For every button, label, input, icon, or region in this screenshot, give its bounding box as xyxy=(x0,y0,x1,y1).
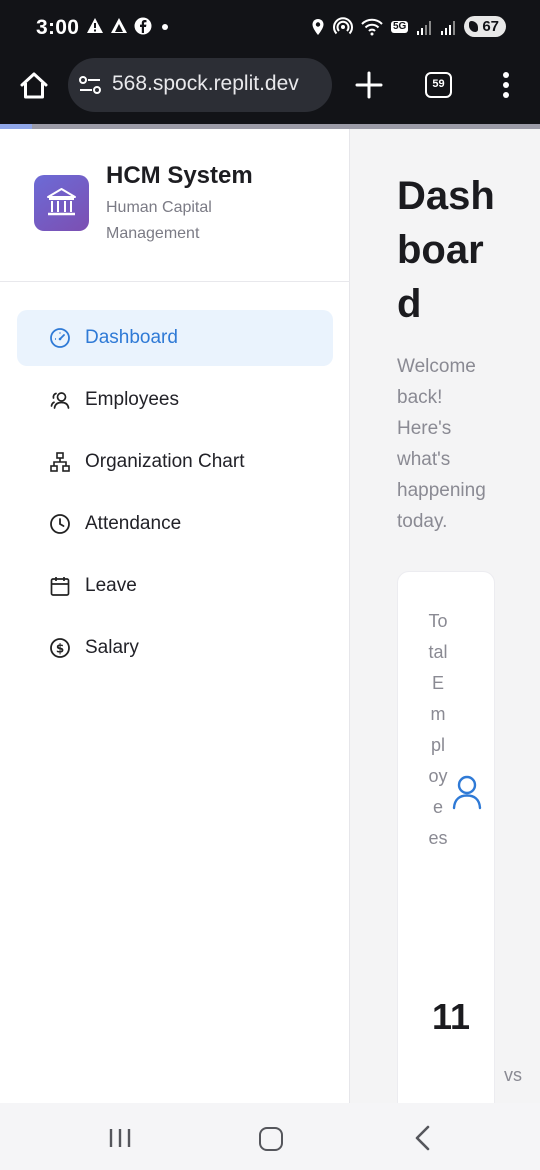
signal-icon xyxy=(441,20,456,35)
stat-card-total-employees: Total Employees 11 xyxy=(397,571,495,1103)
clock-icon xyxy=(50,514,70,534)
dot-icon xyxy=(162,24,168,30)
brand-title: HCM System xyxy=(106,162,253,189)
sidebar-item-label: Attendance xyxy=(85,513,182,534)
tab-switcher-button[interactable]: 59 xyxy=(425,72,452,98)
main-content: Dashboard Welcome back! Here's what's ha… xyxy=(351,129,540,1103)
sidebar-item-label: Salary xyxy=(85,637,139,658)
network-type-badge: 5G xyxy=(390,20,409,33)
sidebar-item-organization-chart[interactable]: Organization Chart xyxy=(17,434,333,490)
stat-label: Total Employees xyxy=(428,611,448,848)
stat-comparison-text: vs xyxy=(504,1065,522,1085)
location-icon xyxy=(312,18,324,35)
system-nav-bar xyxy=(0,1103,540,1170)
browser-toolbar: 568.spock.replit.dev 59 xyxy=(0,58,540,124)
sidebar-item-employees[interactable]: Employees xyxy=(17,372,333,428)
users-icon xyxy=(50,392,70,409)
sidebar-item-dashboard[interactable]: Dashboard xyxy=(17,310,333,366)
sidebar-item-label: Leave xyxy=(85,575,137,596)
notification-icons xyxy=(86,17,172,35)
brand-subtitle: Human Capital Management xyxy=(106,199,212,242)
sidebar-item-label: Employees xyxy=(85,389,179,410)
stat-value: 11 xyxy=(432,996,471,1037)
brand-logo xyxy=(34,175,89,231)
back-icon[interactable] xyxy=(412,1125,434,1151)
warning-icon xyxy=(87,18,103,33)
status-time: 3:00 xyxy=(36,16,80,39)
home-nav-icon[interactable] xyxy=(259,1127,283,1151)
page-title: Dashboard xyxy=(397,174,495,326)
facebook-icon xyxy=(134,17,152,35)
home-icon[interactable] xyxy=(18,70,50,102)
wifi-icon xyxy=(361,18,383,35)
address-bar[interactable]: 568.spock.replit.dev xyxy=(68,58,332,112)
url-text: 568.spock.replit.dev xyxy=(112,72,299,95)
sidebar-item-label: Dashboard xyxy=(85,327,178,348)
sidebar-item-label: Organization Chart xyxy=(85,451,245,472)
sidebar-item-salary[interactable]: $ Salary xyxy=(17,620,333,676)
user-icon xyxy=(452,775,482,810)
hotspot-icon xyxy=(332,16,353,34)
sidebar-item-leave[interactable]: Leave xyxy=(17,558,333,614)
org-chart-icon xyxy=(50,452,70,472)
system-status-icons: 5G 67 xyxy=(311,16,506,37)
sidebar-item-attendance[interactable]: Attendance xyxy=(17,496,333,552)
brand-header: HCM System Human Capital Management xyxy=(0,129,350,282)
bank-icon xyxy=(47,188,76,216)
svg-text:$: $ xyxy=(56,642,64,656)
new-tab-icon[interactable] xyxy=(354,70,384,100)
page-subtitle: Welcome back! Here's what's happening to… xyxy=(397,356,486,532)
dollar-circle-icon: $ xyxy=(50,638,70,658)
more-options-icon[interactable] xyxy=(498,70,514,100)
battery-indicator: 67 xyxy=(464,16,506,37)
gauge-icon xyxy=(50,328,70,348)
sidebar: HCM System Human Capital Management Dash… xyxy=(0,129,350,1103)
sidebar-nav: Dashboard Employees Organization Chart A… xyxy=(17,310,333,682)
recent-apps-icon[interactable] xyxy=(108,1127,132,1149)
signal-icon xyxy=(417,20,432,35)
site-settings-icon[interactable] xyxy=(78,75,102,95)
calendar-icon xyxy=(50,577,70,596)
status-bar: 3:00 5G 67 xyxy=(0,0,540,58)
warning-icon xyxy=(111,18,127,33)
